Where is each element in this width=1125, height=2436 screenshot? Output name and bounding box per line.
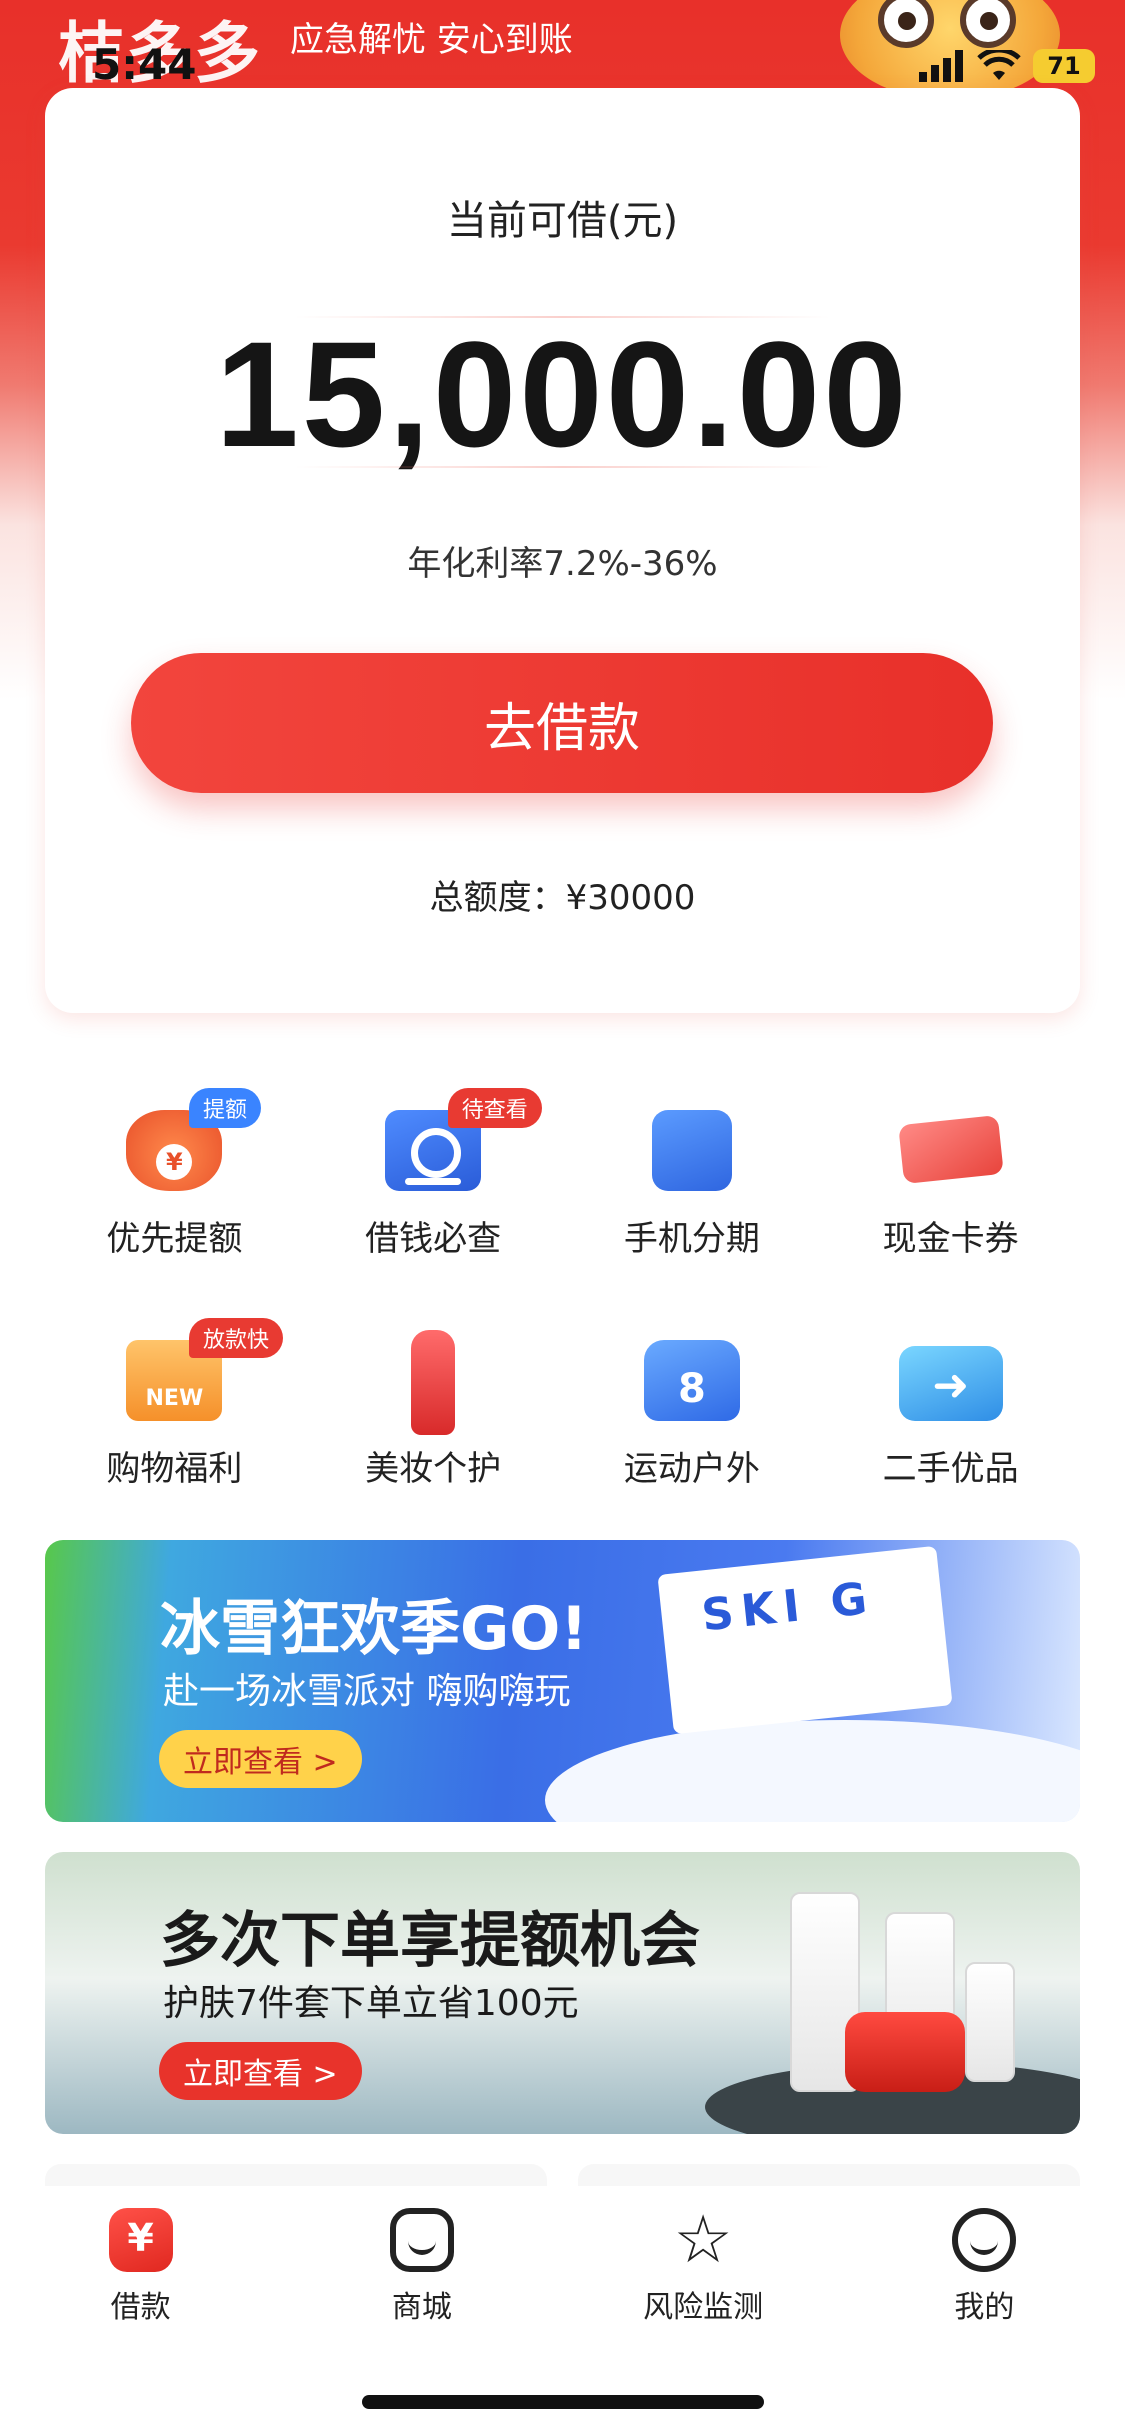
banner-title: 冰雪狂欢季GO! (160, 1594, 588, 1664)
borrow-button[interactable]: 去借款 (131, 653, 993, 793)
product-jar-illustration (845, 2012, 965, 2092)
badge-pending: 待查看 (447, 1088, 542, 1128)
grid-item-label: 借钱必查 (365, 1219, 502, 1259)
star-shield-icon: ☆ (673, 2201, 733, 2278)
banner-view-button[interactable]: 立即查看 > (159, 2042, 362, 2100)
banner-ski-promo[interactable]: SKI G 冰雪狂欢季GO! 赴一场冰雪派对 嗨购嗨玩 立即查看 > (45, 1540, 1080, 1822)
banner-skincare-promo[interactable]: 多次下单享提额机会 护肤7件套下单立省100元 立即查看 > (45, 1852, 1080, 2134)
feature-grid: 提额 优先提额 待查看 借钱必查 手机分期 现金卡券 放款快 购物福利 美妆个护… (45, 1070, 1080, 1490)
tab-label: 我的 (954, 2290, 1015, 2325)
grid-item-cash-voucher[interactable]: 现金卡券 (821, 1070, 1080, 1260)
banner-subtitle: 赴一场冰雪派对 嗨购嗨玩 (163, 1671, 571, 1712)
monitor-icon (898, 1346, 1003, 1421)
grid-item-label: 运动户外 (623, 1449, 760, 1489)
gift-card-icon (897, 1114, 1004, 1185)
grid-item-label: 二手优品 (882, 1449, 1019, 1489)
available-amount: 15,000.00 (215, 310, 910, 478)
grid-item-phone-installment[interactable]: 手机分期 (563, 1070, 822, 1260)
amount-bottom-line (295, 466, 830, 468)
snow-hill-illustration (545, 1720, 1080, 1822)
grid-item-beauty[interactable]: 美妆个护 (304, 1300, 563, 1490)
smile-bag-icon (389, 2208, 454, 2272)
home-indicator (362, 2395, 764, 2409)
available-label: 当前可借(元) (446, 198, 679, 244)
ski-sign-illustration: SKI G (657, 1545, 953, 1735)
grid-item-label: 现金卡券 (882, 1219, 1019, 1259)
tab-mine[interactable]: 我的 (844, 2186, 1125, 2436)
signal-icon (919, 50, 963, 82)
grid-item-label: 优先提额 (106, 1219, 243, 1259)
phone-icon (651, 1110, 732, 1191)
badge-fast-loan: 放款快 (189, 1318, 284, 1358)
grid-item-priority-raise[interactable]: 提额 优先提额 (45, 1070, 304, 1260)
banner-view-button[interactable]: 立即查看 > (159, 1730, 362, 1788)
grid-item-label: 手机分期 (623, 1219, 760, 1259)
tab-label: 借款 (110, 2290, 171, 2325)
product-small-bottle-illustration (965, 1962, 1015, 2082)
tab-label: 风险监测 (643, 2290, 764, 2325)
battery-indicator: 71 (1033, 49, 1095, 83)
interest-rate: 年化利率7.2%-36% (407, 544, 718, 584)
status-time: 5:44 (92, 40, 197, 89)
grid-item-sports[interactable]: 运动户外 (563, 1300, 822, 1490)
wifi-icon (977, 50, 1021, 80)
smile-face-icon (952, 2208, 1017, 2272)
jersey-icon (643, 1340, 740, 1421)
loan-card: 当前可借(元) 15,000.00 年化利率7.2%-36% 去借款 总额度：¥… (45, 88, 1080, 1013)
tab-label: 商城 (391, 2290, 452, 2325)
grid-item-second-hand[interactable]: 二手优品 (821, 1300, 1080, 1490)
banner-title: 多次下单享提额机会 (160, 1906, 700, 1976)
lipstick-icon (411, 1330, 456, 1435)
grid-item-label: 购物福利 (106, 1449, 243, 1489)
grid-item-loan-check[interactable]: 待查看 借钱必查 (304, 1070, 563, 1260)
grid-item-label: 美妆个护 (365, 1449, 502, 1489)
grid-item-shopping-benefits[interactable]: 放款快 购物福利 (45, 1300, 304, 1490)
status-icons: 71 (919, 46, 1095, 86)
total-credit: 总额度：¥30000 (429, 878, 696, 918)
banner-subtitle: 护肤7件套下单立省100元 (163, 1983, 579, 2024)
header-slogan: 应急解忧 安心到账 (290, 20, 573, 60)
yuan-icon (108, 2208, 173, 2272)
tab-loan[interactable]: 借款 (0, 2186, 281, 2436)
mascot-right-eye (960, 0, 1016, 48)
badge-raise: 提额 (189, 1088, 262, 1128)
mascot-left-eye (878, 0, 934, 48)
